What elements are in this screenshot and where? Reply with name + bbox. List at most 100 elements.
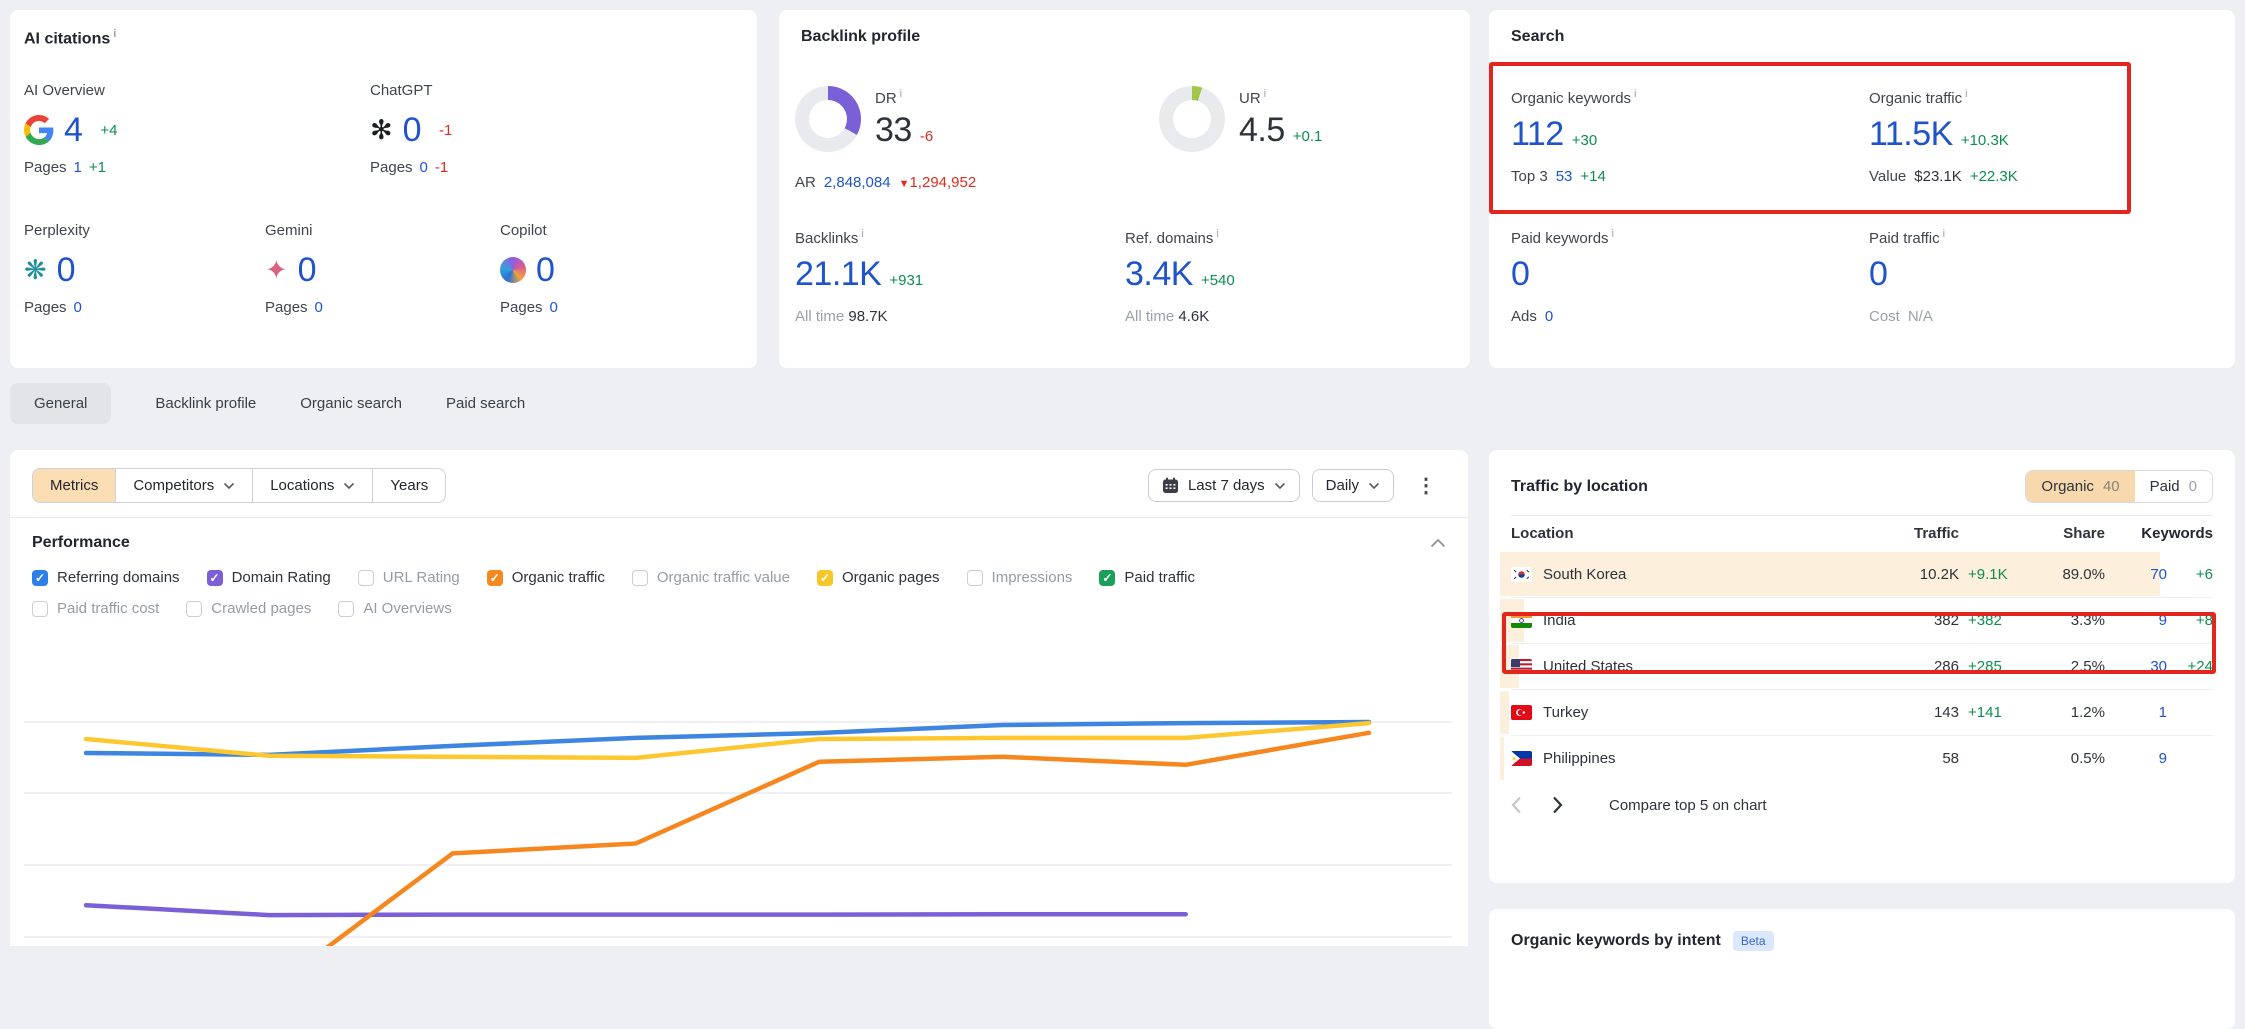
chart-line-domain-rating bbox=[86, 905, 1186, 915]
performance-card: Metrics Competitors Locations Years Last… bbox=[10, 450, 1468, 946]
next-page-icon[interactable] bbox=[1552, 796, 1563, 814]
paid-traffic-label[interactable]: Paid traffic bbox=[1869, 228, 2199, 247]
date-range-button[interactable]: Last 7 days bbox=[1148, 469, 1300, 502]
table-row-south-korea[interactable]: South Korea 10.2K +9.1K 89.0% 70 +6 bbox=[1511, 551, 2213, 597]
chatgpt-pages[interactable]: 0 bbox=[420, 159, 428, 176]
pages-label: Pages bbox=[24, 299, 67, 316]
share-value: 1.2% bbox=[2025, 704, 2105, 721]
alltime-label: All time bbox=[795, 308, 844, 325]
granularity-button[interactable]: Daily bbox=[1312, 469, 1394, 502]
chatgpt-icon: ✻ bbox=[370, 115, 393, 145]
traffic-value: 286 bbox=[1871, 658, 1959, 675]
keywords-value[interactable]: 70 bbox=[2105, 566, 2167, 583]
traffic-delta: +285 bbox=[1959, 658, 2025, 675]
years-button[interactable]: Years bbox=[372, 469, 445, 502]
keywords-value[interactable]: 9 bbox=[2105, 750, 2167, 767]
checkbox-impressions[interactable]: Impressions bbox=[967, 569, 1073, 586]
checkbox-crawled-pages[interactable]: Crawled pages bbox=[186, 600, 311, 617]
location-table-header: Location Traffic Share Keywords bbox=[1489, 516, 2235, 551]
paid-traffic-value[interactable]: 0 bbox=[1869, 255, 1887, 294]
checkbox-organic-traffic[interactable]: Organic traffic bbox=[487, 569, 605, 586]
copilot-pages[interactable]: 0 bbox=[550, 299, 558, 316]
col-share[interactable]: Share bbox=[2025, 525, 2105, 542]
keywords-delta: +8 bbox=[2167, 612, 2213, 629]
dr-label[interactable]: DR bbox=[875, 88, 933, 107]
tab-organic-search[interactable]: Organic search bbox=[300, 383, 402, 424]
compare-top5-link[interactable]: Compare top 5 on chart bbox=[1609, 797, 1767, 814]
ur-delta: +0.1 bbox=[1293, 128, 1323, 145]
beta-badge: Beta bbox=[1733, 931, 1774, 951]
checkbox-domain-rating[interactable]: Domain Rating bbox=[207, 569, 331, 586]
col-location[interactable]: Location bbox=[1511, 525, 1871, 542]
perplexity-icon: ❋ bbox=[24, 255, 47, 285]
toggle-paid[interactable]: Paid0 bbox=[2135, 471, 2212, 502]
keywords-value[interactable]: 9 bbox=[2105, 612, 2167, 629]
keywords-value[interactable]: 30 bbox=[2105, 658, 2167, 675]
paid-keywords-value[interactable]: 0 bbox=[1511, 255, 1529, 294]
table-row-turkey[interactable]: Turkey 143 +141 1.2% 1 bbox=[1511, 689, 2213, 735]
prev-page-icon[interactable] bbox=[1511, 796, 1522, 814]
organic-count: 40 bbox=[2103, 478, 2120, 495]
more-options-button[interactable]: ⋮ bbox=[1406, 473, 1446, 498]
dr-donut-chart bbox=[795, 86, 861, 152]
checkbox-url-rating[interactable]: URL Rating bbox=[358, 569, 460, 586]
ai-overview-pages[interactable]: 1 bbox=[74, 159, 82, 176]
ads-label: Ads bbox=[1511, 308, 1537, 325]
chatgpt-value: 0 bbox=[403, 111, 421, 150]
top3-label: Top 3 bbox=[1511, 168, 1548, 185]
google-g-icon bbox=[24, 115, 54, 145]
ar-label: AR bbox=[795, 174, 816, 191]
backlinks-value[interactable]: 21.1K bbox=[795, 255, 881, 294]
backlinks-label[interactable]: Backlinks bbox=[795, 228, 1125, 247]
organic-keywords-label[interactable]: Organic keywords bbox=[1511, 88, 1841, 107]
col-traffic[interactable]: Traffic bbox=[1871, 525, 1959, 542]
checkbox-referring-domains[interactable]: Referring domains bbox=[32, 569, 180, 586]
checkbox-paid-traffic[interactable]: Paid traffic bbox=[1099, 569, 1195, 586]
search-card: Search Organic keywords 112+30 Top 353+1… bbox=[1489, 10, 2235, 368]
top3-delta: +14 bbox=[1580, 168, 1605, 185]
ref-domains-value[interactable]: 3.4K bbox=[1125, 255, 1193, 294]
report-tabs: General Backlink profile Organic search … bbox=[10, 383, 525, 424]
tab-paid-search[interactable]: Paid search bbox=[446, 383, 525, 424]
toggle-organic[interactable]: Organic40 bbox=[2026, 471, 2134, 502]
pages-label: Pages bbox=[500, 299, 543, 316]
chatgpt-stat: ChatGPT ✻ 0 -1 Pages0-1 bbox=[370, 82, 452, 176]
tab-backlink-profile[interactable]: Backlink profile bbox=[155, 383, 256, 424]
chevron-down-icon bbox=[223, 482, 235, 490]
traffic-by-location-card: Traffic by location Organic40 Paid0 Loca… bbox=[1489, 450, 2235, 883]
ref-domains-label[interactable]: Ref. domains bbox=[1125, 228, 1455, 247]
metrics-button[interactable]: Metrics bbox=[33, 469, 115, 502]
competitors-dropdown[interactable]: Competitors bbox=[115, 469, 252, 502]
checkbox-ai-overviews[interactable]: AI Overviews bbox=[338, 600, 451, 617]
tab-general[interactable]: General bbox=[10, 383, 111, 424]
location-name: United States bbox=[1543, 658, 1633, 675]
ar-value[interactable]: 2,848,084 bbox=[824, 174, 891, 191]
gemini-stat: Gemini ✦ 0 Pages0 bbox=[265, 222, 323, 316]
checkbox-paid-traffic-cost[interactable]: Paid traffic cost bbox=[32, 600, 159, 617]
traffic-delta: +382 bbox=[1959, 612, 2025, 629]
traffic-value-amount: $23.1K bbox=[1914, 168, 1962, 185]
gemini-value: 0 bbox=[298, 251, 316, 290]
gemini-pages[interactable]: 0 bbox=[315, 299, 323, 316]
ar-delta: ▼1,294,952 bbox=[899, 174, 977, 191]
paid-keywords-label[interactable]: Paid keywords bbox=[1511, 228, 1841, 247]
collapse-chevron-up-icon[interactable] bbox=[1430, 538, 1446, 548]
dr-value: 33 bbox=[875, 111, 912, 150]
ur-label[interactable]: UR bbox=[1239, 88, 1322, 107]
checkbox-organic-traffic-value[interactable]: Organic traffic value bbox=[632, 569, 790, 586]
table-row-united-states[interactable]: United States 286 +285 2.5% 30 +24 bbox=[1511, 643, 2213, 689]
organic-traffic-label[interactable]: Organic traffic bbox=[1869, 88, 2199, 107]
organic-traffic-value[interactable]: 11.5K bbox=[1869, 115, 1953, 154]
organic-keywords-value[interactable]: 112 bbox=[1511, 115, 1564, 154]
ads-value[interactable]: 0 bbox=[1545, 308, 1553, 325]
backlink-profile-title: Backlink profile bbox=[801, 28, 920, 46]
top3-value[interactable]: 53 bbox=[1556, 168, 1573, 185]
table-row-india[interactable]: India 382 +382 3.3% 9 +8 bbox=[1511, 597, 2213, 643]
col-keywords[interactable]: Keywords bbox=[2105, 525, 2213, 542]
locations-dropdown[interactable]: Locations bbox=[252, 469, 372, 502]
perplexity-pages[interactable]: 0 bbox=[74, 299, 82, 316]
table-row-philippines[interactable]: Philippines 58 0.5% 9 bbox=[1511, 735, 2213, 781]
keywords-value[interactable]: 1 bbox=[2105, 704, 2167, 721]
checkbox-organic-pages[interactable]: Organic pages bbox=[817, 569, 940, 586]
perplexity-stat: Perplexity ❋ 0 Pages0 bbox=[24, 222, 90, 316]
